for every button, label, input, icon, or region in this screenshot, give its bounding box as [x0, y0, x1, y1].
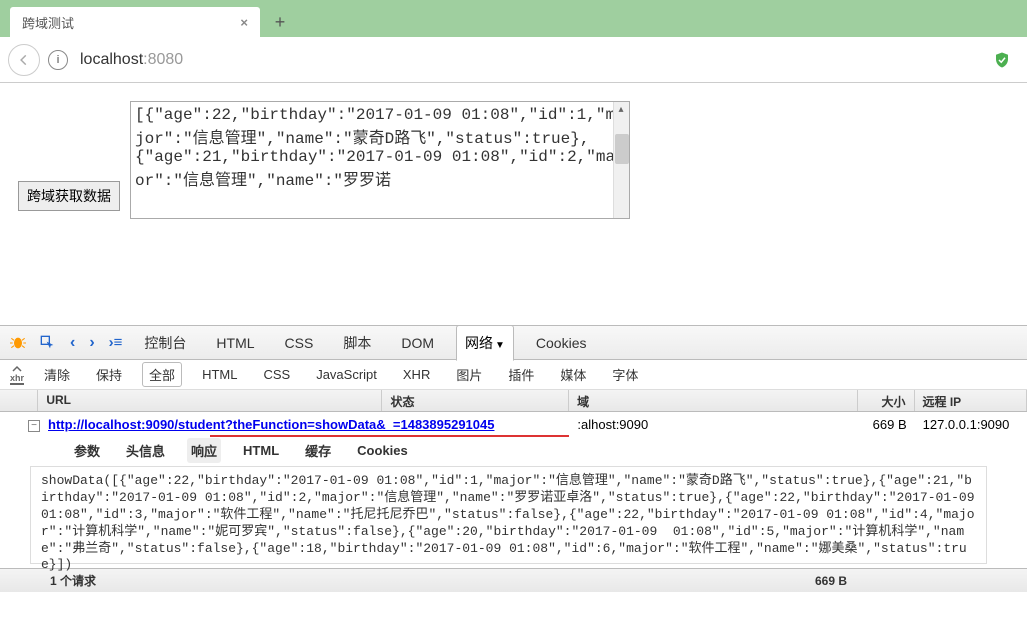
devtools-status-bar: 1 个请求 669 B	[0, 568, 1027, 592]
history-forward-icon[interactable]: ›	[89, 334, 94, 352]
col-size[interactable]: 大小	[858, 390, 915, 411]
request-remote-ip: 127.0.0.1:9090	[915, 415, 1027, 434]
network-request-row[interactable]: − http://localhost:9090/student?theFunct…	[0, 412, 1027, 436]
devtools-toolbar: ‹ › ›≡ 控制台 HTML CSS 脚本 DOM 网络▼ Cookies	[0, 326, 1027, 360]
tab-params[interactable]: 参数	[70, 438, 104, 463]
url-host: localhost	[80, 51, 143, 68]
panel-network[interactable]: 网络▼	[456, 325, 514, 361]
arrow-left-icon	[17, 53, 31, 67]
chevron-down-icon: ▼	[495, 340, 505, 351]
tab-title: 跨域测试	[22, 13, 74, 32]
tab-cookies[interactable]: Cookies	[353, 440, 412, 461]
firebug-icon[interactable]	[10, 335, 26, 351]
col-remote-ip[interactable]: 远程 IP	[915, 390, 1027, 411]
panel-css[interactable]: CSS	[277, 328, 322, 358]
scroll-up-icon[interactable]: ▴	[614, 102, 628, 116]
response-textarea[interactable]: [{"age":22,"birthday":"2017-01-09 01:08"…	[131, 102, 629, 218]
tab-html[interactable]: HTML	[239, 440, 283, 461]
network-toolbar: xhr 清除 保持 全部 HTML CSS JavaScript XHR 图片 …	[0, 360, 1027, 390]
col-url[interactable]: URL	[38, 390, 382, 411]
scrollbar-vertical[interactable]: ▴	[613, 102, 629, 218]
xhr-marker-icon: xhr	[10, 365, 24, 385]
request-detail-tabs: 参数 头信息 响应 HTML 缓存 Cookies	[0, 436, 1027, 464]
status-request-count: 1 个请求	[50, 572, 96, 589]
textarea-container: [{"age":22,"birthday":"2017-01-09 01:08"…	[130, 101, 630, 219]
url-port: :8080	[143, 51, 183, 68]
shield-icon[interactable]	[993, 51, 1011, 69]
filter-media[interactable]: 媒体	[554, 363, 592, 386]
collapse-icon[interactable]: −	[28, 420, 40, 432]
filter-plugin[interactable]: 插件	[502, 363, 540, 386]
filter-js[interactable]: JavaScript	[310, 365, 383, 384]
new-tab-button[interactable]: +	[268, 10, 292, 34]
devtools-panel: ‹ › ›≡ 控制台 HTML CSS 脚本 DOM 网络▼ Cookies x…	[0, 325, 1027, 592]
filter-xhr[interactable]: XHR	[397, 365, 436, 384]
filter-css[interactable]: CSS	[257, 365, 296, 384]
browser-tab[interactable]: 跨域测试 ×	[10, 7, 260, 37]
page-content: 跨域获取数据 [{"age":22,"birthday":"2017-01-09…	[0, 83, 1027, 325]
col-status[interactable]: 状态	[382, 390, 569, 411]
filter-font[interactable]: 字体	[606, 363, 644, 386]
info-icon[interactable]: i	[48, 50, 68, 70]
browser-tab-bar: 跨域测试 × +	[0, 0, 1027, 37]
panel-cookies[interactable]: Cookies	[528, 328, 595, 358]
tab-response[interactable]: 响应	[187, 438, 221, 463]
tab-cache[interactable]: 缓存	[301, 438, 335, 463]
tab-headers[interactable]: 头信息	[122, 438, 169, 463]
request-size: 669 B	[858, 415, 915, 434]
filter-all[interactable]: 全部	[142, 362, 182, 387]
panel-console[interactable]: 控制台	[136, 326, 194, 360]
url-input[interactable]: localhost:8080	[76, 47, 985, 73]
request-url[interactable]: http://localhost:9090/student?theFunctio…	[48, 417, 494, 432]
panel-html[interactable]: HTML	[208, 328, 262, 358]
network-header-row: URL 状态 域 大小 远程 IP	[0, 390, 1027, 412]
filter-img[interactable]: 图片	[450, 363, 488, 386]
request-domain: :alhost:9090	[569, 415, 857, 434]
red-underline-annotation	[210, 435, 569, 437]
fetch-cross-origin-button[interactable]: 跨域获取数据	[18, 181, 120, 211]
panel-dom[interactable]: DOM	[393, 328, 442, 358]
scroll-thumb[interactable]	[615, 134, 629, 164]
filter-keep[interactable]: 保持	[90, 363, 128, 386]
close-icon[interactable]: ×	[240, 15, 248, 30]
filter-clear[interactable]: 清除	[38, 363, 76, 386]
inspect-icon[interactable]	[40, 335, 56, 351]
status-total-size: 669 B	[815, 574, 847, 588]
filter-html[interactable]: HTML	[196, 365, 243, 384]
col-domain[interactable]: 域	[569, 390, 858, 411]
panel-script[interactable]: 脚本	[335, 326, 379, 360]
command-line-icon[interactable]: ›≡	[109, 334, 123, 351]
back-button[interactable]	[8, 44, 40, 76]
url-bar: i localhost:8080	[0, 37, 1027, 83]
col-handle	[0, 390, 38, 411]
history-back-icon[interactable]: ‹	[70, 334, 75, 352]
response-body[interactable]: showData([{"age":22,"birthday":"2017-01-…	[30, 466, 987, 564]
